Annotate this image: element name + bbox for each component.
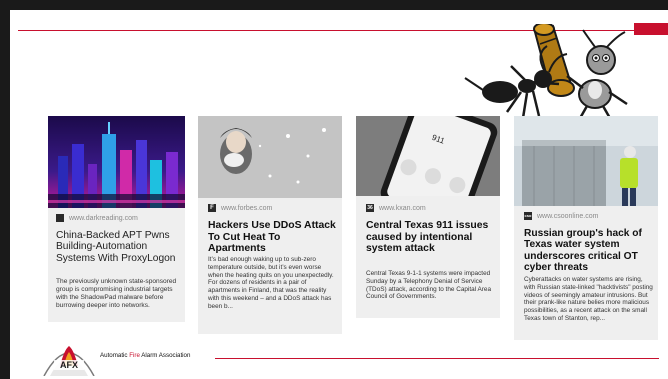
source-row: F www.forbes.com bbox=[208, 204, 272, 212]
slide: www.darkreading.com China-Backed APT Pwn… bbox=[0, 0, 668, 379]
card-summary: Central Texas 9-1-1 systems were impacte… bbox=[366, 270, 492, 301]
source-label: www.csoonline.com bbox=[537, 212, 599, 220]
news-card[interactable]: www.darkreading.com China-Backed APT Pwn… bbox=[48, 116, 185, 322]
card-title[interactable]: Hackers Use DDoS Attack To Cut Heat To A… bbox=[208, 220, 336, 255]
news-card[interactable]: cso www.csoonline.com Russian group's ha… bbox=[514, 116, 658, 340]
footer-rule bbox=[215, 358, 659, 359]
card-summary: The previously unknown state-sponsored g… bbox=[56, 278, 177, 310]
logo-text: AFX bbox=[60, 360, 78, 370]
org-fire-word: Fire bbox=[129, 352, 140, 359]
card-summary: Cyberattacks on water systems are rising… bbox=[524, 276, 653, 323]
winter-woman-thumbnail bbox=[198, 116, 342, 198]
water-tank-thumbnail bbox=[514, 116, 658, 206]
left-bar bbox=[0, 0, 10, 379]
source-label: www.kxan.com bbox=[379, 204, 426, 212]
phone-911-thumbnail: 911 bbox=[356, 116, 500, 196]
grey-ant-icon bbox=[566, 29, 628, 121]
org-suffix: Alarm Association bbox=[139, 352, 191, 359]
source-row: www.darkreading.com bbox=[56, 214, 138, 222]
city-night-thumbnail bbox=[48, 116, 185, 208]
card-summary: It’s bad enough waking up to sub-zero te… bbox=[208, 256, 334, 310]
source-row: cso www.csoonline.com bbox=[524, 212, 598, 220]
kxan-icon: 36 bbox=[366, 204, 374, 212]
top-bar bbox=[0, 0, 668, 10]
ants-spyglass-illustration bbox=[464, 24, 628, 121]
org-prefix: Automatic bbox=[100, 352, 130, 359]
card-title[interactable]: China-Backed APT Pwns Building-Automatio… bbox=[56, 230, 180, 264]
org-name: Automatic Fire Alarm Association bbox=[100, 352, 190, 359]
dark-reading-icon bbox=[56, 214, 64, 222]
source-label: www.forbes.com bbox=[221, 204, 273, 212]
forbes-icon: F bbox=[208, 204, 216, 212]
news-card[interactable]: 911 36 www.kxan.com Central Texas 911 is… bbox=[356, 116, 500, 318]
news-card[interactable]: F www.forbes.com Hackers Use DDoS Attack… bbox=[198, 116, 342, 334]
card-title[interactable]: Central Texas 911 issues caused by inten… bbox=[366, 220, 496, 255]
card-title[interactable]: Russian group's hack of Texas water syst… bbox=[524, 228, 654, 274]
afaa-logo: AFX bbox=[43, 346, 95, 376]
cso-icon: cso bbox=[524, 212, 532, 220]
source-label: www.darkreading.com bbox=[69, 214, 138, 222]
source-row: 36 www.kxan.com bbox=[366, 204, 426, 212]
